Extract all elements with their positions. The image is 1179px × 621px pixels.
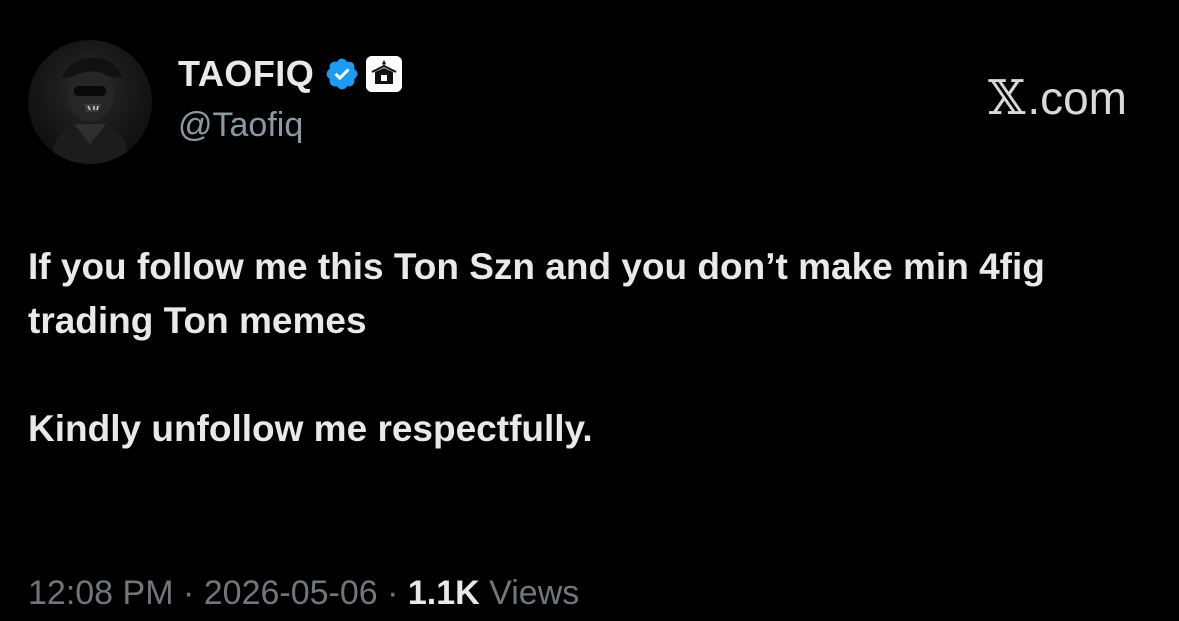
views-label: Views — [479, 574, 580, 612]
post-text: If you follow me this Ton Szn and you do… — [28, 240, 1158, 456]
author-display-name[interactable]: TAOFIQ — [178, 53, 314, 95]
avatar[interactable] — [28, 40, 152, 164]
x-logo-icon: 𝕏 — [988, 70, 1026, 126]
post-date[interactable]: 2026-05-06 — [204, 574, 378, 612]
post-time[interactable]: 12:08 PM — [28, 574, 174, 612]
avatar-image — [50, 57, 130, 164]
author-handle[interactable]: @Taofiq — [178, 106, 303, 145]
meta-separator: · — [173, 574, 204, 612]
author-name-row[interactable]: TAOFIQ — [178, 52, 403, 96]
brand-domain: .com — [1027, 72, 1127, 124]
verified-badge-icon — [326, 58, 358, 90]
views-count[interactable]: 1.1K — [408, 574, 480, 612]
post-paragraph-2: Kindly unfollow me respectfully. — [28, 408, 593, 449]
meta-separator: · — [377, 574, 408, 612]
affiliate-badge-icon — [366, 56, 403, 92]
x-com-watermark: 𝕏 .com — [988, 70, 1127, 126]
post-metadata: 12:08 PM · 2026-05-06 · 1.1K Views — [28, 574, 579, 613]
post-paragraph-1: If you follow me this Ton Szn and you do… — [28, 246, 1045, 341]
